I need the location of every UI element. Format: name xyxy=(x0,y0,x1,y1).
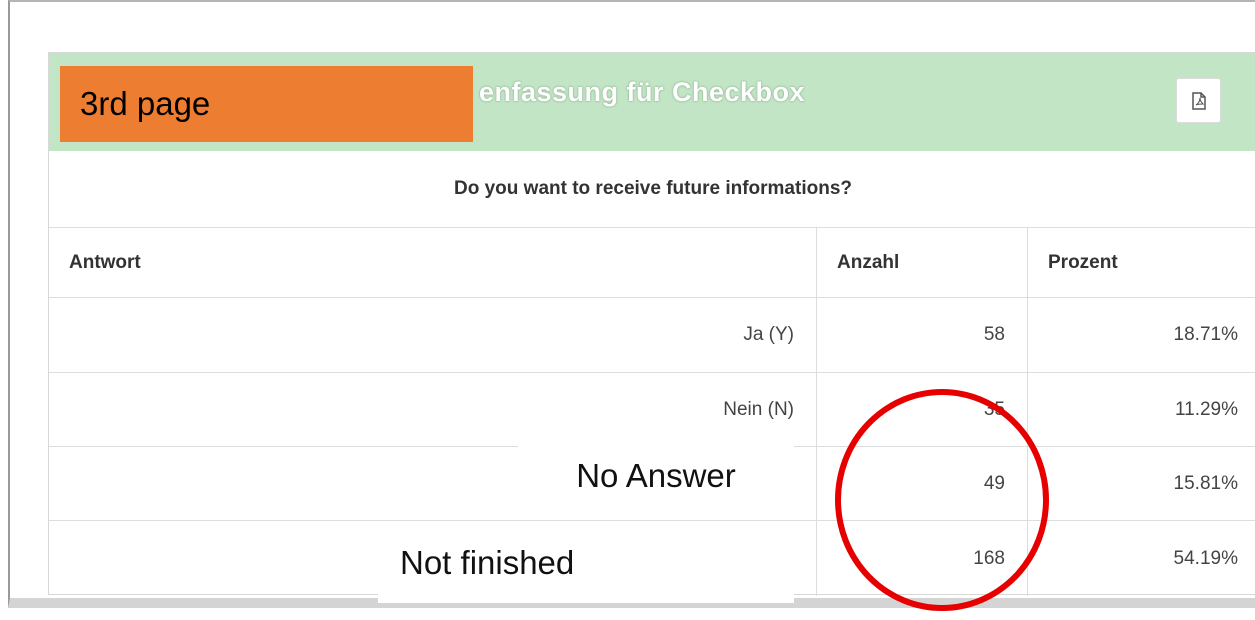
no-answer-annotation: No Answer xyxy=(518,442,794,510)
header-prozent: Prozent xyxy=(1027,228,1255,297)
count-cell: 49 xyxy=(816,447,1027,520)
answer-cell: Ja (Y) xyxy=(743,324,794,345)
table-row: Ja (Y) 58 18.71% xyxy=(49,298,1255,373)
page-label-annotation: 3rd page xyxy=(60,66,473,142)
answer-cell: Nein (N) xyxy=(723,398,794,420)
not-finished-annotation: Not finished xyxy=(378,523,794,603)
count-cell: 35 xyxy=(816,373,1027,446)
table-header-row: Antwort Anzahl Prozent xyxy=(49,228,1255,298)
export-pdf-button[interactable] xyxy=(1176,78,1221,123)
percent-cell: 11.29% xyxy=(1027,373,1255,446)
question-text: Do you want to receive future informatio… xyxy=(49,151,1255,228)
header-antwort: Antwort xyxy=(69,251,141,273)
percent-cell: 15.81% xyxy=(1027,447,1255,520)
panel-title: enfassung für Checkbox xyxy=(479,77,806,107)
percent-cell: 54.19% xyxy=(1027,521,1255,596)
count-cell: 58 xyxy=(816,298,1027,372)
header-anzahl: Anzahl xyxy=(816,228,1027,297)
pdf-file-icon xyxy=(1191,91,1206,110)
percent-cell: 18.71% xyxy=(1027,298,1255,372)
table-row: Nein (N) 35 11.29% xyxy=(49,373,1255,447)
count-cell: 168 xyxy=(816,521,1027,596)
